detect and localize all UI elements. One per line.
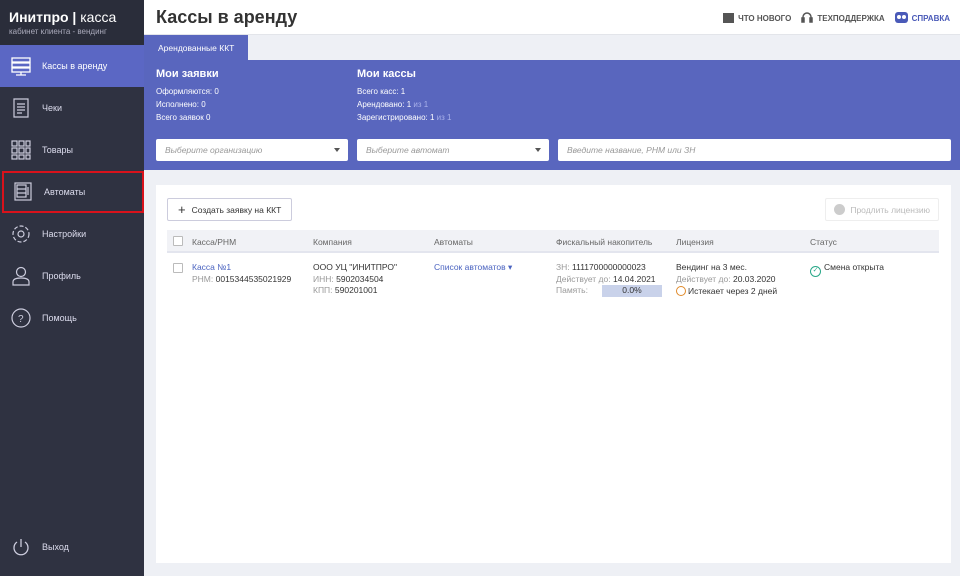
- requests-total: Всего заявок 0: [156, 113, 211, 122]
- sidebar-item-label: Автоматы: [44, 187, 86, 197]
- license-expires: Истекает через 2 дней: [676, 286, 777, 298]
- message-icon: [723, 13, 735, 23]
- sidebar: Инитпро | касса кабинет клиента - вендин…: [0, 0, 144, 576]
- whats-new-label: ЧТО НОВОГО: [738, 13, 792, 23]
- brand-subtitle: кабинет клиента - вендинг: [9, 27, 107, 36]
- sidebar-item-settings[interactable]: Настройки: [0, 213, 144, 255]
- fn-memory: Память: 0.0%: [556, 285, 662, 297]
- section-title: Мои кассы: [357, 68, 416, 80]
- registers-rented: Арендовано: 1 из 1: [357, 100, 429, 109]
- support-link[interactable]: ТЕХПОДДЕРЖКА: [801, 11, 885, 25]
- sidebar-item-label: Профиль: [42, 271, 81, 281]
- brand: Инитпро | касса кабинет клиента - вендин…: [0, 0, 144, 45]
- column-header: Касса/РНМ: [192, 237, 237, 247]
- sidebar-item-receipts[interactable]: Чеки: [0, 87, 144, 129]
- play-icon: [834, 204, 846, 215]
- summary-panel: Мои заявки Оформляются: 0 Исполнено: 0 В…: [144, 60, 960, 170]
- gear-icon: [10, 223, 32, 245]
- column-header: Компания: [313, 237, 352, 247]
- support-label: ТЕХПОДДЕРЖКА: [817, 13, 885, 23]
- requests-processing: Оформляются: 0: [156, 87, 219, 96]
- timer-icon: [676, 286, 686, 296]
- svg-text:?: ?: [18, 314, 24, 325]
- sidebar-item-label: Помощь: [42, 313, 77, 323]
- grid-icon: [10, 139, 32, 161]
- power-icon: [10, 536, 32, 558]
- headset-icon: [801, 11, 814, 25]
- inn: ИНН: 5902034504: [313, 273, 384, 284]
- registers-card: + Создать заявку на ККТ Продлить лицензию…: [156, 185, 951, 563]
- my-requests: Мои заявки Оформляются: 0 Исполнено: 0 В…: [156, 68, 219, 124]
- sidebar-item-label: Настройки: [42, 229, 87, 239]
- sidebar-item-profile[interactable]: Профиль: [0, 255, 144, 297]
- search-input[interactable]: Введите название, РНМ или ЗН: [558, 139, 951, 161]
- server-icon: [10, 55, 32, 77]
- machine-select[interactable]: Выберите автомат: [357, 139, 549, 161]
- requests-done: Исполнено: 0: [156, 100, 206, 109]
- sidebar-item-rented-registers[interactable]: Кассы в аренду: [0, 45, 144, 87]
- table-header: Касса/РНМ Компания Автоматы Фискальный н…: [167, 230, 939, 253]
- check-circle-icon: ✓: [810, 266, 821, 277]
- column-header: Статус: [810, 237, 837, 247]
- status: ✓ Смена открыта: [810, 262, 884, 277]
- create-request-button[interactable]: + Создать заявку на ККТ: [167, 198, 293, 221]
- plus-icon: +: [178, 202, 186, 217]
- vending-machine-icon: [12, 181, 34, 203]
- register-link[interactable]: Касса №1: [192, 262, 291, 274]
- company-name: ООО УЦ "ИНИТПРО": [313, 262, 398, 272]
- fn-valid-until: Действует до: 14.04.2021: [556, 273, 656, 284]
- caret-down-icon: ▾: [508, 262, 513, 272]
- sidebar-item-label: Кассы в аренду: [42, 61, 108, 71]
- rnm: РНМ: 0015344535021929: [192, 273, 292, 284]
- column-header: Фискальный накопитель: [556, 237, 653, 247]
- tab-rented-kkt[interactable]: Арендованные ККТ: [144, 35, 249, 60]
- user-icon: [10, 265, 32, 287]
- sidebar-item-vending-machines[interactable]: Автоматы: [2, 171, 144, 213]
- machines-dropdown[interactable]: Список автоматов ▾: [434, 262, 512, 274]
- help-link[interactable]: СПРАВКА: [894, 11, 950, 25]
- license-valid-until: Действует до: 20.03.2020: [676, 273, 776, 284]
- sidebar-item-label: Товары: [42, 145, 73, 155]
- header: Кассы в аренду ЧТО НОВОГО ТЕХПОДДЕРЖКА С…: [144, 0, 960, 35]
- select-all-checkbox[interactable]: [173, 236, 183, 246]
- owl-icon: [894, 11, 908, 25]
- main: Кассы в аренду ЧТО НОВОГО ТЕХПОДДЕРЖКА С…: [144, 0, 960, 576]
- column-header: Автоматы: [434, 237, 473, 247]
- license-name: Вендинг на 3 мес.: [676, 262, 748, 272]
- receipt-icon: [10, 97, 32, 119]
- organization-select[interactable]: Выберите организацию: [156, 139, 348, 161]
- fn-serial: ЗН: 1111700000000023: [556, 262, 646, 272]
- page-title: Кассы в аренду: [156, 6, 298, 27]
- help-label: СПРАВКА: [911, 13, 950, 23]
- registers-total: Всего касс: 1: [357, 87, 406, 96]
- registers-registered: Зарегистрировано: 1 из 1: [357, 113, 452, 122]
- extend-license-button[interactable]: Продлить лицензию: [825, 198, 939, 221]
- section-title: Мои заявки: [156, 68, 219, 80]
- whats-new-link[interactable]: ЧТО НОВОГО: [723, 11, 791, 25]
- kpp: КПП: 590201001: [313, 285, 378, 295]
- logout-button[interactable]: Выход: [0, 526, 144, 568]
- chevron-down-icon: [334, 148, 340, 155]
- sidebar-item-help[interactable]: ? Помощь: [0, 297, 144, 339]
- sidebar-item-products[interactable]: Товары: [0, 129, 144, 171]
- table-row: Касса №1 РНМ: 0015344535021929 ООО УЦ "И…: [167, 255, 939, 305]
- logout-label: Выход: [42, 542, 69, 552]
- help-icon: ?: [10, 307, 32, 329]
- column-header: Лицензия: [676, 237, 714, 247]
- chevron-down-icon: [535, 148, 541, 155]
- sidebar-item-label: Чеки: [42, 103, 62, 113]
- memory-bar: 0.0%: [601, 285, 662, 297]
- my-registers: Мои кассы Всего касс: 1 Арендовано: 1 из…: [357, 68, 451, 124]
- row-checkbox[interactable]: [173, 263, 183, 273]
- brand-logo[interactable]: Инитпро | касса: [9, 9, 144, 25]
